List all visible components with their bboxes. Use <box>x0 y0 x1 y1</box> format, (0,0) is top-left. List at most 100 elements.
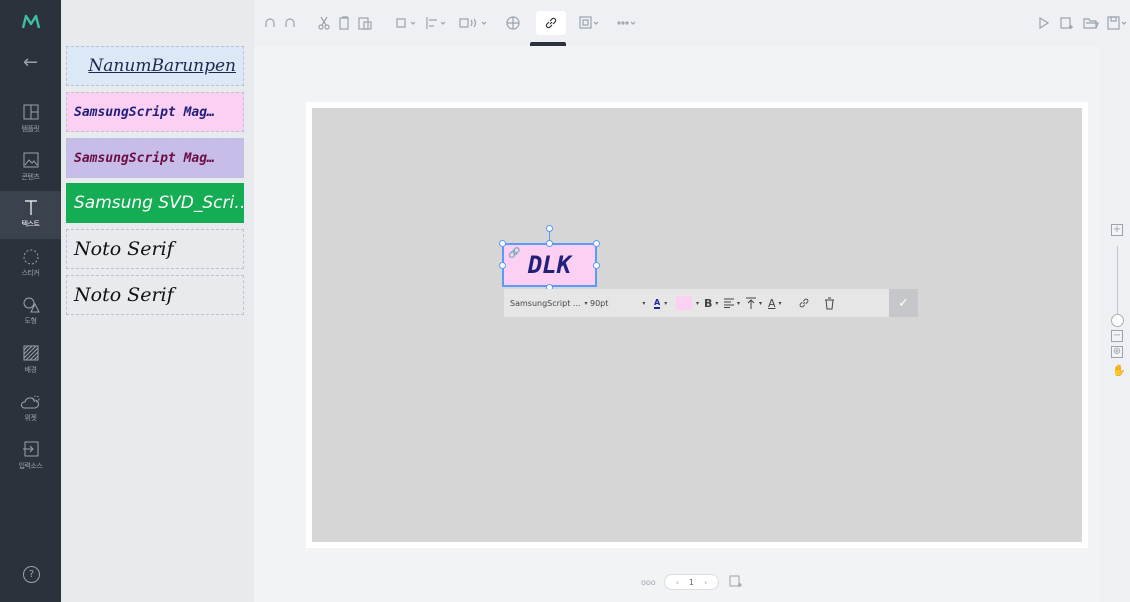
page-overview-button[interactable]: ooo <box>641 578 656 587</box>
resize-handle-e[interactable] <box>593 262 600 269</box>
undo-button[interactable] <box>264 14 278 32</box>
sticker-icon <box>23 249 38 265</box>
prev-page-button[interactable]: ‹ <box>676 578 679 587</box>
fit-screen-icon: ⊕ <box>1112 346 1122 357</box>
rail-item-text[interactable]: 텍스트 <box>0 191 61 239</box>
font-item-noto-serif-1[interactable]: Noto Serif <box>66 229 244 269</box>
app-logo[interactable] <box>0 0 61 44</box>
rail-item-template[interactable]: 템플릿 <box>0 96 61 144</box>
resize-handle-ne[interactable] <box>593 240 600 247</box>
text-color-icon: A <box>654 297 661 309</box>
back-button[interactable]: ← <box>0 52 61 76</box>
text-align-button[interactable]: ▾ <box>724 298 746 308</box>
text-icon <box>24 200 37 215</box>
rail-item-widget[interactable]: 위젯 <box>0 385 61 433</box>
zoom-slider-thumb[interactable] <box>1111 314 1124 327</box>
undo-icon <box>265 18 275 27</box>
vertical-align-button[interactable]: ▾ <box>746 297 768 309</box>
data-link-button[interactable] <box>536 11 566 35</box>
zoom-in-button[interactable]: + <box>1111 224 1123 236</box>
hand-tool-button[interactable]: ✋ <box>1112 364 1126 377</box>
minus-icon: − <box>1112 330 1122 341</box>
font-item-label: Noto Serif <box>74 238 174 260</box>
selected-text[interactable]: DLK <box>528 251 571 279</box>
copy-button[interactable] <box>338 14 350 32</box>
redo-button[interactable] <box>284 14 298 32</box>
more-icon <box>617 21 636 25</box>
rail-item-content[interactable]: 콘텐츠 <box>0 144 61 192</box>
rail-label: 입력소스 <box>18 462 43 470</box>
align-button[interactable] <box>426 14 448 32</box>
rail-label: 위젯 <box>24 414 37 422</box>
rail-item-shapes[interactable]: 도형 <box>0 288 61 336</box>
add-page-button[interactable] <box>1060 14 1074 32</box>
trash-icon <box>825 297 834 309</box>
page-pill: ‹ 1 › <box>663 574 720 590</box>
help-button[interactable]: ? <box>23 566 40 583</box>
font-size-select[interactable]: 90pt ▾ <box>590 299 650 308</box>
font-item-noto-serif-2[interactable]: Noto Serif <box>66 275 244 315</box>
layer-button[interactable] <box>396 14 418 32</box>
rail-label: 도형 <box>24 317 37 325</box>
zoom-track[interactable] <box>1117 246 1118 320</box>
rotate-handle[interactable] <box>546 225 553 232</box>
link-icon <box>799 298 809 308</box>
bold-button[interactable]: B ▾ <box>704 297 724 310</box>
text-effect-button[interactable]: A ▾ <box>768 297 794 310</box>
font-item-nanumbarunpen[interactable]: NanumBarunpen <box>66 46 244 86</box>
rail-item-sticker[interactable]: 스티커 <box>0 240 61 288</box>
resize-handle-n[interactable] <box>546 240 553 247</box>
cut-button[interactable] <box>318 14 330 32</box>
save-button[interactable] <box>1107 14 1129 32</box>
qr-button[interactable] <box>579 14 601 32</box>
font-item-samsungscript-1[interactable]: SamsungScript Mag… <box>66 92 244 132</box>
check-icon: ✓ <box>898 295 909 311</box>
font-item-label: SamsungScript Mag… <box>74 150 215 166</box>
rail-label: 스티커 <box>21 269 40 277</box>
web-button[interactable] <box>506 14 520 32</box>
chevron-down-icon: ▾ <box>715 299 719 307</box>
paste-button[interactable] <box>358 14 372 32</box>
highlight-color-button[interactable]: ▾ <box>676 296 704 310</box>
align-left-icon <box>724 298 734 308</box>
resize-handle-w[interactable] <box>499 262 506 269</box>
text-color-button[interactable]: A ▾ <box>654 298 676 309</box>
rail-item-input-source[interactable]: 입력소스 <box>0 433 61 481</box>
next-page-button[interactable]: › <box>704 578 707 587</box>
layer-icon <box>396 18 416 28</box>
open-folder-button[interactable] <box>1083 14 1099 32</box>
fit-screen-button[interactable]: ⊕ <box>1111 346 1123 358</box>
font-item-samsungscript-2[interactable]: SamsungScript Mag… <box>66 138 244 178</box>
rail-item-background[interactable]: 배경 <box>0 337 61 385</box>
delete-button[interactable] <box>824 297 848 310</box>
font-item-label: Samsung SVD_Scri… <box>74 193 244 213</box>
add-page-bottom-button[interactable] <box>729 574 743 590</box>
font-item-label: SamsungScript Mag… <box>74 104 215 120</box>
resize-handle-nw[interactable] <box>499 240 506 247</box>
background-icon <box>23 345 38 361</box>
vertical-align-top-icon <box>746 297 756 309</box>
redo-icon <box>285 18 295 27</box>
copy-icon <box>339 16 349 30</box>
arrow-left-icon: ← <box>22 52 39 73</box>
add-page-icon <box>729 575 743 587</box>
font-item-label: Noto Serif <box>74 284 174 306</box>
animation-button[interactable] <box>459 14 489 32</box>
page-canvas[interactable] <box>312 108 1082 542</box>
hand-icon: ✋ <box>1112 364 1126 377</box>
help-icon: ? <box>28 569 35 580</box>
font-item-label: NanumBarunpen <box>88 56 236 76</box>
confirm-button[interactable]: ✓ <box>889 289 918 317</box>
chevron-down-icon: ▾ <box>584 299 588 307</box>
more-button[interactable] <box>616 14 638 32</box>
font-size-value: 90pt <box>590 298 609 308</box>
font-panel: NanumBarunpen SamsungScript Mag… Samsung… <box>61 0 254 602</box>
rail-label: 배경 <box>24 366 37 374</box>
play-button[interactable] <box>1038 14 1050 32</box>
font-family-select[interactable]: SamsungScript ... ▾ <box>510 299 590 308</box>
bold-icon: B <box>704 296 713 310</box>
zoom-out-button[interactable]: − <box>1111 330 1123 342</box>
font-item-samsung-svd[interactable]: Samsung SVD_Scri… <box>66 183 244 223</box>
align-icon <box>426 17 446 29</box>
text-link-button[interactable] <box>798 297 824 309</box>
